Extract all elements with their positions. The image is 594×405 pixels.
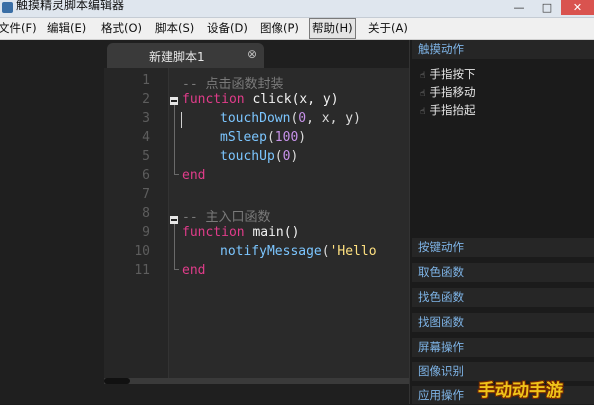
paren: ) — [298, 130, 307, 145]
code-line: mSleep(100) — [220, 130, 306, 145]
menu-edit[interactable]: 编辑(E) — [45, 18, 88, 39]
line-number: 3 — [142, 111, 150, 126]
code-line: function main() — [182, 225, 299, 240]
watermark-logo: 手动动手游 — [478, 381, 563, 401]
function-call: mSleep — [220, 130, 267, 145]
line-number: 5 — [142, 149, 150, 164]
panel-item-finger-down[interactable]: ☝ 手指按下 — [420, 66, 475, 82]
code-line: notifyMessage('Hello — [220, 244, 377, 259]
string-literal: 'Hello — [329, 244, 377, 259]
tab-close-icon[interactable]: ⊗ — [247, 47, 257, 61]
paren: ( — [321, 244, 330, 259]
hand-pointer-icon: ☝ — [420, 89, 426, 99]
menu-image[interactable]: 图像(P) — [258, 18, 301, 39]
horizontal-scrollbar[interactable] — [104, 378, 409, 384]
panel-item-label: 手指按下 — [429, 67, 476, 81]
menu-script[interactable]: 脚本(S) — [153, 18, 196, 39]
line-number: 7 — [142, 187, 150, 202]
paren: ) — [290, 149, 299, 164]
line-number: 1 — [142, 73, 150, 88]
function-call: touchUp — [220, 149, 275, 164]
function-signature: click(x, y) — [244, 92, 339, 107]
fold-guide — [174, 224, 175, 269]
title-bar: 触摸精灵脚本编辑器 — □ ✕ — [0, 0, 594, 18]
keyword: function — [182, 225, 245, 240]
paren: ( — [274, 149, 283, 164]
menu-about[interactable]: 关于(A) — [366, 18, 410, 39]
code-line: touchDown(0, x, y) — [220, 111, 361, 126]
arguments: , x, y) — [306, 111, 361, 126]
menu-format[interactable]: 格式(O) — [99, 18, 144, 39]
panel-item-finger-move[interactable]: ☝ 手指移动 — [420, 84, 475, 100]
fold-toggle-icon[interactable] — [170, 216, 178, 224]
line-number: 10 — [134, 244, 150, 259]
line-number: 9 — [142, 225, 150, 240]
fold-guide-end — [174, 269, 179, 270]
close-button[interactable]: ✕ — [561, 0, 594, 15]
maximize-button[interactable]: □ — [533, 0, 561, 15]
function-call: touchDown — [220, 111, 291, 126]
minimize-button[interactable]: — — [505, 0, 533, 15]
menu-bar: 文件(F) 编辑(E) 格式(O) 脚本(S) 设备(D) 图像(P) 帮助(H… — [0, 18, 594, 40]
code-line: end — [182, 263, 206, 278]
window-title: 触摸精灵脚本编辑器 — [16, 0, 125, 12]
line-number: 6 — [142, 168, 150, 183]
line-number: 4 — [142, 130, 150, 145]
editor-area: 新建脚本1 ⊗ 1 2 3 4 5 6 7 8 9 10 11 -- 点击函数封… — [0, 40, 409, 404]
panel-section-find-color[interactable]: 找色函数 — [412, 288, 594, 307]
keyword: function — [182, 92, 245, 107]
tab-new-script[interactable]: 新建脚本1 ⊗ — [107, 43, 264, 68]
panel-item-label: 手指移动 — [429, 85, 476, 99]
panel-section-keys[interactable]: 按键动作 — [412, 238, 594, 257]
number-literal: 0 — [298, 111, 307, 126]
gutter-divider — [168, 68, 169, 378]
panel-item-finger-up[interactable]: ☝ 手指抬起 — [420, 102, 475, 118]
code-line: -- 主入口函数 — [182, 210, 271, 225]
tab-title: 新建脚本1 — [149, 50, 205, 64]
line-number: 8 — [142, 206, 150, 221]
number-literal: 100 — [274, 130, 299, 145]
panel-item-label: 手指抬起 — [429, 103, 476, 117]
panel-section-touch[interactable]: 触摸动作 — [412, 40, 594, 59]
code-line: function click(x, y) — [182, 92, 339, 107]
fold-guide — [174, 105, 175, 174]
panel-section-find-image[interactable]: 找图函数 — [412, 313, 594, 332]
menu-help[interactable]: 帮助(H) — [309, 18, 356, 39]
panel-section-screen[interactable]: 屏幕操作 — [412, 338, 594, 357]
hand-pointer-icon: ☝ — [420, 71, 426, 81]
tab-strip: 新建脚本1 ⊗ — [0, 40, 409, 68]
fold-guide-end — [174, 174, 179, 175]
text-caret — [181, 112, 182, 128]
app-icon — [2, 2, 13, 13]
function-signature: main() — [244, 225, 300, 240]
function-call: notifyMessage — [220, 244, 322, 259]
code-line: -- 点击函数封装 — [182, 77, 284, 92]
paren: ( — [266, 130, 275, 145]
fold-toggle-icon[interactable] — [170, 97, 178, 105]
menu-file[interactable]: 文件(F) — [0, 18, 39, 39]
line-number: 2 — [142, 92, 150, 107]
code-line: touchUp(0) — [220, 149, 298, 164]
panel-section-get-color[interactable]: 取色函数 — [412, 263, 594, 282]
line-number: 11 — [134, 263, 150, 278]
menu-device[interactable]: 设备(D) — [205, 18, 250, 39]
code-line: end — [182, 168, 206, 183]
hand-pointer-icon: ☝ — [420, 107, 426, 117]
scrollbar-thumb[interactable] — [104, 378, 130, 384]
